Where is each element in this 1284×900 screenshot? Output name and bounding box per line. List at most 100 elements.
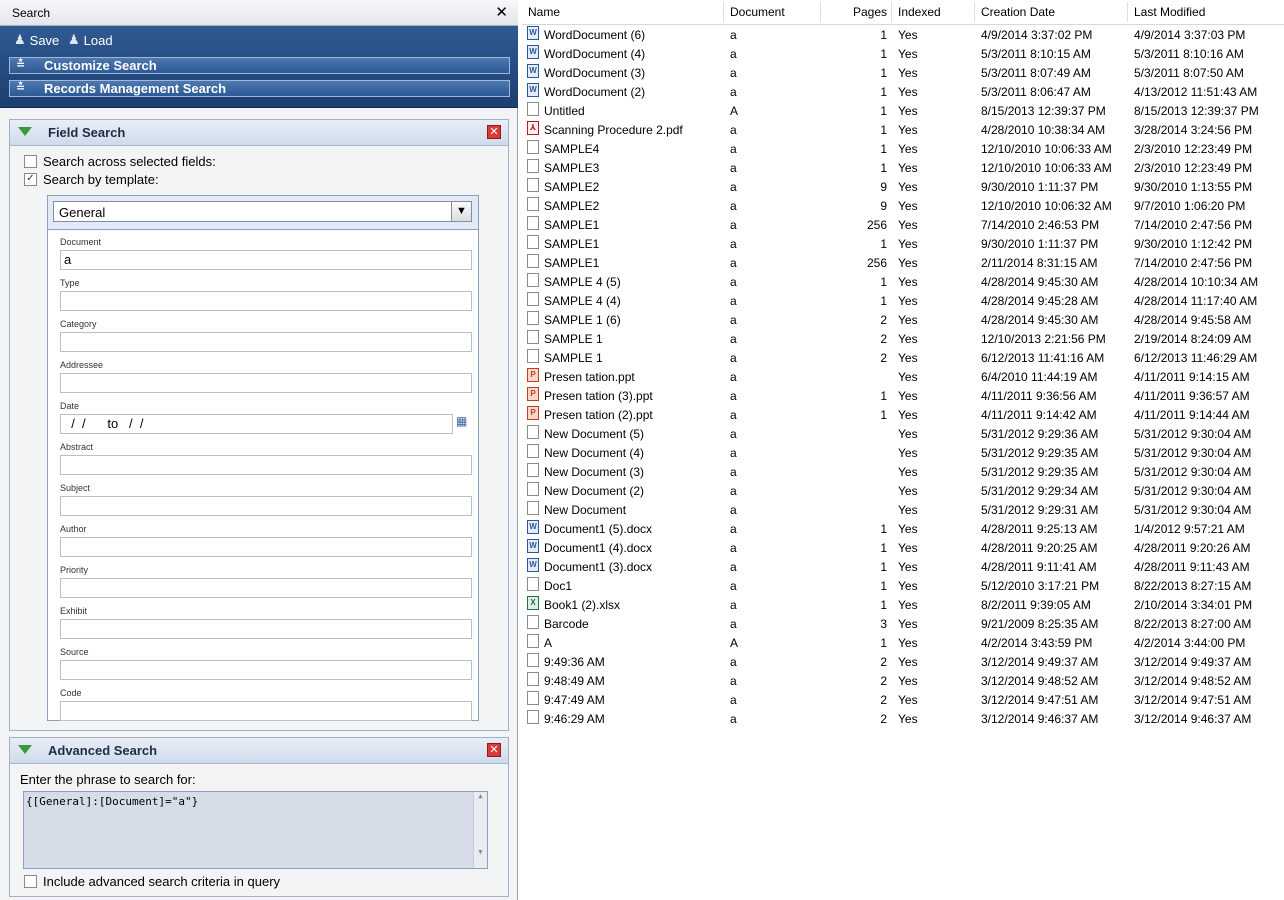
table-row[interactable]: SAMPLE 1 a 2 Yes 12/10/2013 2:21:56 PM 2/19/2… (522, 329, 1284, 348)
field-input[interactable] (60, 373, 472, 393)
field-input[interactable] (60, 455, 472, 475)
table-row[interactable]: 9:48:49 AM a 2 Yes 3/12/2014 9:48:52 AM 3/12/… (522, 671, 1284, 690)
column-divider[interactable] (891, 2, 892, 22)
column-header-last-modified[interactable]: Last Modified (1134, 5, 1205, 19)
table-row[interactable]: SAMPLE2 a 9 Yes 12/10/2010 10:06:32 AM 9/7/20… (522, 196, 1284, 215)
search-selected-fields-option[interactable]: Search across selected fields: (24, 154, 216, 169)
records-management-search-label: Records Management Search (44, 81, 227, 96)
document-icon (527, 102, 539, 116)
cell-document: a (730, 256, 737, 270)
cell-modified: 3/12/2014 9:48:52 AM (1134, 674, 1252, 688)
table-row[interactable]: New Document (4) a Yes 5/31/2012 9:29:35 AM… (522, 443, 1284, 462)
column-header-pages[interactable]: Pages (822, 5, 887, 19)
field-author: Author (60, 524, 472, 557)
results-pane: Name Document Pages Indexed Creation Dat… (522, 0, 1284, 900)
panel-close-icon[interactable]: ✕ (487, 125, 501, 139)
field-input[interactable] (60, 701, 472, 721)
table-row[interactable]: W WordDocument (3) a 1 Yes 5/3/2011 8:07:49 A… (522, 63, 1284, 82)
chevron-down-icon[interactable]: ▼ (451, 202, 471, 221)
table-row[interactable]: 9:46:29 AM a 2 Yes 3/12/2014 9:46:37 AM 3/12/… (522, 709, 1284, 728)
table-row[interactable]: SAMPLE 1 a 2 Yes 6/12/2013 11:41:16 AM 6/12/2… (522, 348, 1284, 367)
table-row[interactable]: W WordDocument (4) a 1 Yes 5/3/2011 8:10:15 A… (522, 44, 1284, 63)
field-input[interactable]: a (60, 250, 472, 270)
table-row[interactable]: New Document (3) a Yes 5/31/2012 9:29:35 AM… (522, 462, 1284, 481)
table-row[interactable]: SAMPLE3 a 1 Yes 12/10/2010 10:06:33 AM 2/3/20… (522, 158, 1284, 177)
column-divider[interactable] (1127, 2, 1128, 22)
table-row[interactable]: P Presen tation (2).ppt a 1 Yes 4/11/2011 9:1… (522, 405, 1284, 424)
table-row[interactable]: SAMPLE 1 (6) a 2 Yes 4/28/2014 9:45:30 AM 4/2… (522, 310, 1284, 329)
field-input[interactable] (60, 496, 472, 516)
field-input[interactable] (60, 537, 472, 557)
table-row[interactable]: SAMPLE1 a 256 Yes 7/14/2010 2:46:53 PM 7/14/2… (522, 215, 1284, 234)
field-input[interactable] (60, 332, 472, 352)
column-header-name[interactable]: Name (528, 5, 560, 19)
table-row[interactable]: SAMPLE2 a 9 Yes 9/30/2010 1:11:37 PM 9/30/201… (522, 177, 1284, 196)
cell-document: a (730, 28, 737, 42)
template-select[interactable]: General ▼ (53, 201, 472, 222)
table-row[interactable]: X Book1 (2).xlsx a 1 Yes 8/2/2011 9:39:05 AM 2… (522, 595, 1284, 614)
table-row[interactable]: W WordDocument (2) a 1 Yes 5/3/2011 8:06:47 A… (522, 82, 1284, 101)
table-row[interactable]: New Document a Yes 5/31/2012 9:29:31 AM 5/31… (522, 500, 1284, 519)
table-row[interactable]: Barcode a 3 Yes 9/21/2009 8:25:35 AM 8/22/201… (522, 614, 1284, 633)
cell-document: a (730, 237, 737, 251)
column-header-indexed[interactable]: Indexed (898, 5, 941, 19)
calendar-icon[interactable]: ▦ (456, 414, 472, 430)
field-input[interactable] (60, 660, 472, 680)
cell-document: a (730, 218, 737, 232)
customize-search-bar[interactable]: ≛ Customize Search (9, 57, 510, 74)
collapse-triangle-icon[interactable] (18, 745, 32, 754)
column-divider[interactable] (974, 2, 975, 22)
table-row[interactable]: 9:49:36 AM a 2 Yes 3/12/2014 9:49:37 AM 3/12/… (522, 652, 1284, 671)
table-row[interactable]: SAMPLE4 a 1 Yes 12/10/2010 10:06:33 AM 2/3/20… (522, 139, 1284, 158)
table-row[interactable]: Doc1 a 1 Yes 5/12/2010 3:17:21 PM 8/22/2013 8… (522, 576, 1284, 595)
textarea-scrollbar[interactable]: ▲ ▼ (473, 792, 487, 868)
include-advanced-option[interactable]: Include advanced search criteria in quer… (24, 874, 280, 889)
close-icon[interactable]: ✕ (495, 3, 508, 21)
table-row[interactable]: SAMPLE 4 (5) a 1 Yes 4/28/2014 9:45:30 AM 4/2… (522, 272, 1284, 291)
advanced-search-header[interactable]: Advanced Search ✕ (10, 738, 508, 764)
checkbox-checked[interactable]: ✓ (24, 173, 37, 186)
field-input[interactable]: / / to / / (60, 414, 453, 434)
table-row[interactable]: A A 1 Yes 4/2/2014 3:43:59 PM 4/2/2014 3:44:0… (522, 633, 1284, 652)
cell-document: a (730, 123, 737, 137)
cell-indexed: Yes (898, 370, 918, 384)
table-row[interactable]: W Document1 (4).docx a 1 Yes 4/28/2011 9:20:2… (522, 538, 1284, 557)
advanced-query-textarea[interactable]: {[General]:[Document]="a"} ▲ ▼ (23, 791, 488, 869)
field-code: Code (60, 688, 472, 721)
records-management-search-bar[interactable]: ≛ Records Management Search (9, 80, 510, 97)
table-row[interactable]: W WordDocument (6) a 1 Yes 4/9/2014 3:37:02 P… (522, 25, 1284, 44)
column-header-document[interactable]: Document (730, 5, 785, 19)
checkbox-unchecked[interactable] (24, 875, 37, 888)
field-input[interactable] (60, 619, 472, 639)
field-input[interactable] (60, 578, 472, 598)
table-row[interactable]: P Presen tation.ppt a Yes 6/4/2010 11:44:19 … (522, 367, 1284, 386)
table-row[interactable]: New Document (2) a Yes 5/31/2012 9:29:34 AM… (522, 481, 1284, 500)
field-search-header[interactable]: Field Search ✕ (10, 120, 508, 146)
load-button[interactable]: ♟ Load (68, 32, 113, 48)
table-row[interactable]: SAMPLE 4 (4) a 1 Yes 4/28/2014 9:45:28 AM 4/2… (522, 291, 1284, 310)
table-row[interactable]: SAMPLE1 a 256 Yes 2/11/2014 8:31:15 AM 7/14/2… (522, 253, 1284, 272)
cell-name: Doc1 (544, 579, 573, 593)
table-row[interactable]: New Document (5) a Yes 5/31/2012 9:29:36 AM… (522, 424, 1284, 443)
save-button[interactable]: ♟ Save (14, 32, 59, 48)
column-header-creation-date[interactable]: Creation Date (981, 5, 1055, 19)
table-row[interactable]: 9:47:49 AM a 2 Yes 3/12/2014 9:47:51 AM 3/12/… (522, 690, 1284, 709)
table-row[interactable]: W Document1 (5).docx a 1 Yes 4/28/2011 9:25:1… (522, 519, 1284, 538)
search-by-template-option[interactable]: ✓ Search by template: (24, 172, 159, 187)
cell-modified: 4/11/2011 9:14:15 AM (1134, 370, 1250, 384)
table-row[interactable]: W Document1 (3).docx a 1 Yes 4/28/2011 9:11:4… (522, 557, 1284, 576)
table-row[interactable]: ⅄ Scanning Procedure 2.pdf a 1 Yes 4/28/2010 … (522, 120, 1284, 139)
table-row[interactable]: SAMPLE1 a 1 Yes 9/30/2010 1:11:37 PM 9/30/201… (522, 234, 1284, 253)
collapse-triangle-icon[interactable] (18, 127, 32, 136)
column-divider[interactable] (723, 2, 724, 22)
advanced-query-text: {[General]:[Document]="a"} (26, 795, 199, 808)
column-divider[interactable] (820, 2, 821, 22)
field-input[interactable] (60, 291, 472, 311)
table-row[interactable]: Untitled A 1 Yes 8/15/2013 12:39:37 PM 8/15/2… (522, 101, 1284, 120)
panel-close-icon[interactable]: ✕ (487, 743, 501, 757)
checkbox-unchecked[interactable] (24, 155, 37, 168)
cell-name: Book1 (2).xlsx (544, 598, 621, 612)
cell-created: 4/28/2011 9:11:41 AM (981, 560, 1097, 574)
table-row[interactable]: P Presen tation (3).ppt a 1 Yes 4/11/2011 9:3… (522, 386, 1284, 405)
field-document: Document a (60, 237, 472, 270)
